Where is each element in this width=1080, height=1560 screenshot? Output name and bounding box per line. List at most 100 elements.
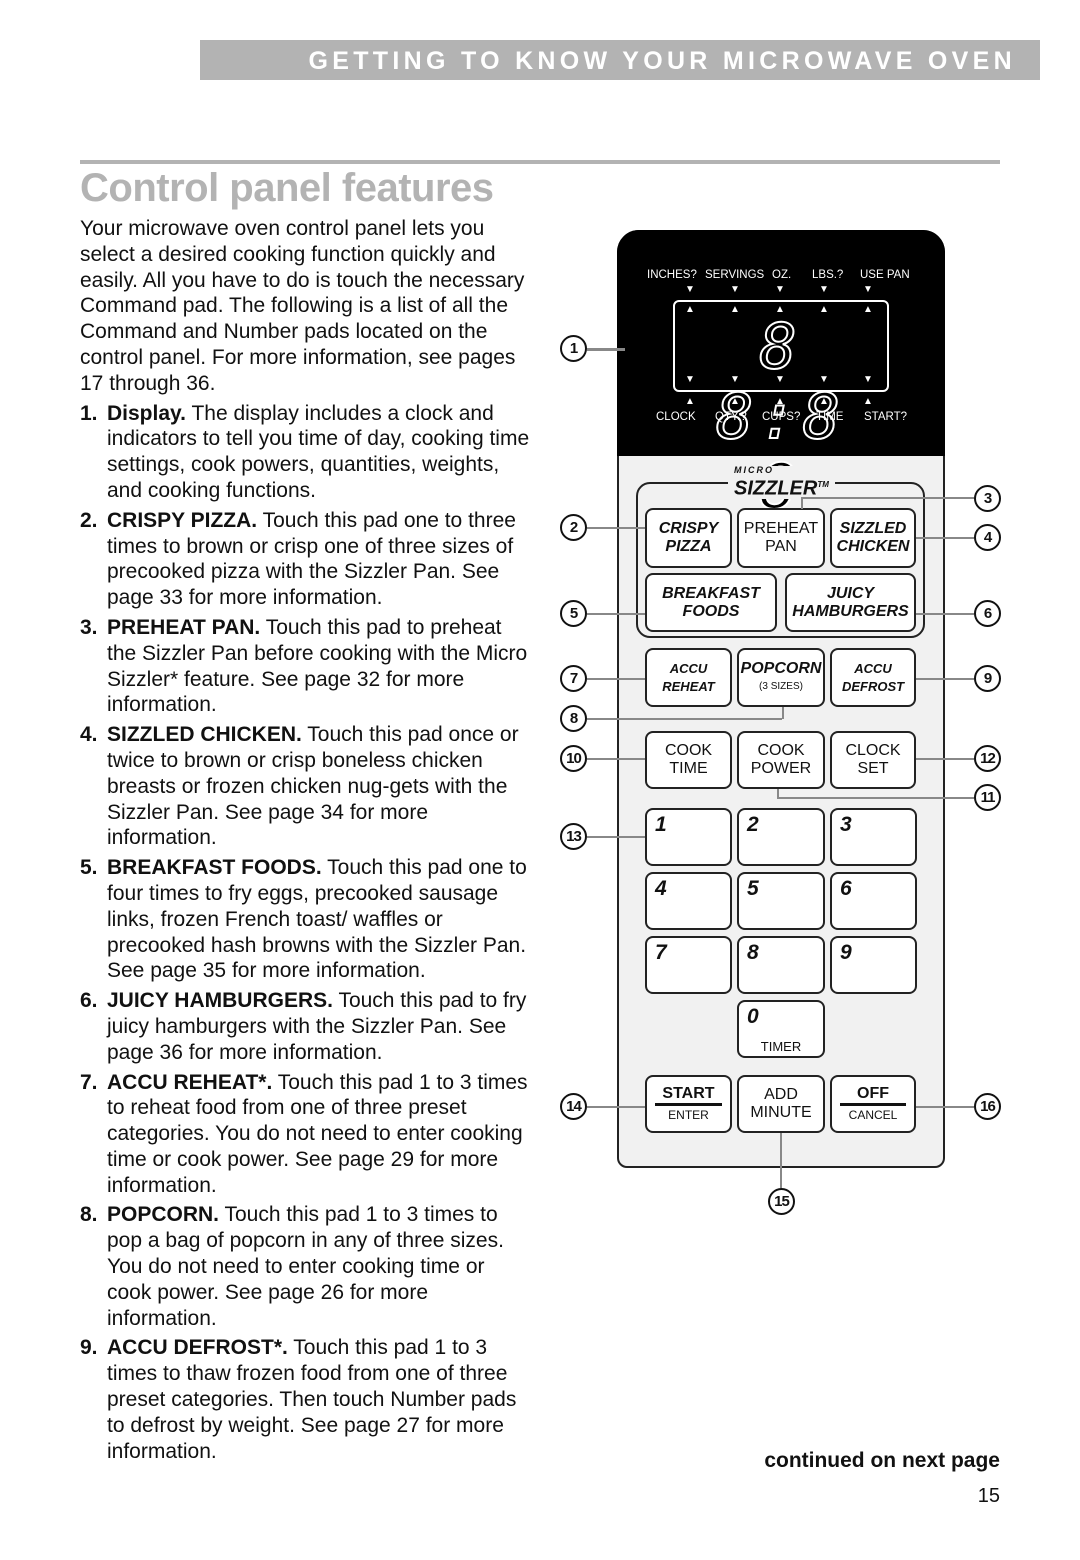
number-pad-9[interactable]: 9 [830,936,917,994]
display-label-top: INCHES? [647,269,697,281]
pad-label: SIZZLED [839,520,907,537]
item-name: BREAKFAST FOODS. [107,856,322,880]
indicator-arrow-icon: ▼ [819,284,829,295]
pad-sublabel: (3 SIZES) [759,680,803,692]
callout-number: 10 [560,745,587,772]
number-pad-7[interactable]: 7 [645,936,732,994]
pad-sublabel: TIME [669,760,708,777]
intro-paragraph: Your microwave oven control panel lets y… [80,217,525,395]
cook-time-pad[interactable]: COOK TIME [645,731,732,789]
callout-number: 1 [560,335,587,362]
callout-line [587,718,782,720]
pad-label: JUICY [826,584,875,602]
number-pad-8[interactable]: 8 [737,936,825,994]
list-item: 5. BREAKFAST FOODS. Touch this pad one to… [80,855,530,984]
number-label: 3 [840,813,852,836]
callout-number: 2 [560,514,587,541]
list-item: 8. POPCORN. Touch this pad 1 to 3 times t… [80,1202,530,1331]
callout-number: 11 [974,784,1001,811]
callout-number: 13 [560,823,587,850]
number-pad-0[interactable]: 0 TIMER [737,1000,825,1058]
accu-reheat-pad[interactable]: ACCU REHEAT [645,648,732,707]
indicator-arrow-icon: ▼ [730,374,740,385]
number-label: 2 [747,813,759,836]
indicator-arrow-icon: ▼ [819,374,829,385]
callout-line [587,758,645,760]
indicator-arrow-icon: ▲ [819,396,829,407]
juicy-hamburgers-pad[interactable]: JUICY HAMBURGERS [785,573,916,632]
accu-defrost-pad[interactable]: ACCU DEFROST [830,648,916,707]
callout-line [777,789,779,798]
add-minute-pad[interactable]: ADD MINUTE [737,1075,825,1133]
indicator-arrow-icon: ▼ [775,374,785,385]
display-label-bottom: CUPS? [762,411,801,423]
display-label-bottom: QTY.? [715,411,747,423]
number-pad-6[interactable]: 6 [830,872,917,930]
number-pad-4[interactable]: 4 [645,872,732,930]
pad-sublabel: PAN [765,538,797,555]
callout-line [777,797,974,799]
list-item: 1. Display. The display includes a clock … [80,401,530,504]
number-label: 1 [655,813,667,836]
list-item: 7. ACCU REHEAT*. Touch this pad 1 to 3 ti… [80,1070,530,1199]
callout-number: 16 [974,1093,1001,1120]
item-name: JUICY HAMBURGERS. [107,989,333,1013]
pad-sublabel: HAMBURGERS [792,602,909,620]
indicator-arrow-icon: ▼ [775,284,785,295]
callout-line [916,537,974,539]
number-pad-1[interactable]: 1 [645,808,732,866]
display-label-bottom: START? [864,411,908,423]
page-number: 15 [977,1485,1000,1507]
callout-line [587,1106,645,1108]
callout-number: 6 [974,600,1001,627]
pad-sublabel: MINUTE [750,1104,812,1121]
item-number: 4. [80,723,98,747]
indicator-arrow-icon: ▲ [685,396,695,407]
callout-line [916,758,974,760]
indicator-arrow-icon: ▲ [730,396,740,407]
callout-number: 12 [974,745,1001,772]
callout-line [587,527,645,529]
indicator-arrow-icon: ▼ [863,284,873,295]
number-label: 6 [840,877,852,900]
pad-label: POPCORN [740,659,822,677]
callout-line [782,707,784,719]
indicator-arrow-icon: ▼ [730,284,740,295]
pad-sublabel: FOODS [682,602,740,620]
indicator-arrow-icon: ▲ [730,304,740,315]
page-title: Control panel features [80,166,494,210]
pad-sublabel: PIZZA [665,538,712,555]
indicator-arrow-icon: ▲ [863,304,873,315]
preheat-pan-pad[interactable]: PREHEAT PAN [737,508,825,568]
display-label-top: OZ. [772,269,792,281]
clock-set-pad[interactable]: CLOCK SET [830,731,916,789]
item-name: PREHEAT PAN. [107,615,261,639]
display-label-top: LBS.? [812,269,844,281]
number-label: 7 [655,941,667,964]
start-enter-pad[interactable]: START ENTER [645,1075,732,1133]
cook-power-pad[interactable]: COOK POWER [737,731,825,789]
callout-number: 5 [560,600,587,627]
pad-label: CRISPY [658,520,719,537]
item-number: 2. [80,508,98,532]
popcorn-pad[interactable]: POPCORN (3 SIZES) [737,648,825,707]
number-pad-5[interactable]: 5 [737,872,825,930]
display-label-top: SERVINGS [705,269,765,281]
number-pad-2[interactable]: 2 [737,808,825,866]
off-cancel-pad[interactable]: OFF CANCEL [830,1075,916,1133]
micro-sizzler-logo: MICRO SIZZLERTM [728,466,835,499]
breakfast-foods-pad[interactable]: BREAKFAST FOODS [645,573,777,632]
crispy-pizza-pad[interactable]: CRISPY PIZZA [645,508,732,568]
text-column: Your microwave oven control panel lets y… [80,216,530,1468]
display-label-top: USE PAN [860,269,910,281]
item-number: 6. [80,989,98,1013]
number-pad-3[interactable]: 3 [830,808,917,866]
callout-number: 4 [974,524,1001,551]
item-name: Display. [107,401,186,425]
indicator-arrow-icon: ▼ [685,284,695,295]
list-item: 9. ACCU DEFROST*. Touch this pad 1 to 3 t… [80,1335,530,1464]
callout-number: 3 [974,485,1001,512]
pad-label: CLOCK [845,742,901,759]
sizzled-chicken-pad[interactable]: SIZZLED CHICKEN [830,508,916,568]
pad-label: START [655,1085,722,1106]
